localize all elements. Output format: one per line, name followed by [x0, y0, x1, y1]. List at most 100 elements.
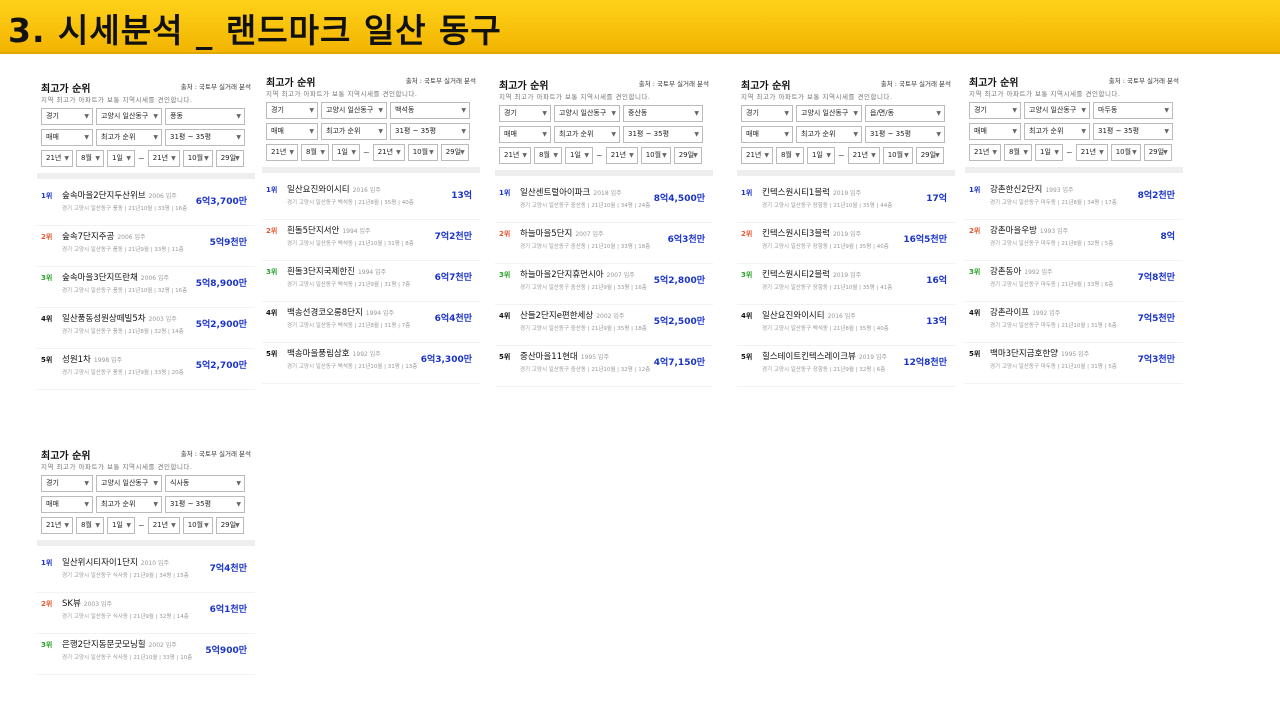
from-month-select[interactable]: 8월 ▼ [76, 517, 104, 534]
ranking-list-item[interactable]: 1위 숲속마을2단지두산위브 2006 입주 경기 고양시 일산동구 풍동 | 21년… [37, 185, 255, 226]
to-month-select[interactable]: 10월 ▼ [182, 150, 213, 167]
to-year-select[interactable]: 21년 ▼ [147, 517, 180, 534]
ranking-list-item[interactable]: 2위 흰돌5단지서안 1994 입주 경기 고양시 일산동구 백석동 | 21년10월… [262, 220, 480, 261]
to-day-select[interactable]: 29일 ▼ [215, 150, 244, 167]
ranking-list-item[interactable]: 5위 힐스테이트킨텍스레이크뷰 2019 입주 경기 고양시 일산동구 장항동 | 2… [737, 346, 955, 387]
deal-type-select[interactable]: 매매 ▼ [969, 123, 1021, 140]
to-year-select[interactable]: 21년 ▼ [147, 150, 180, 167]
sigungu-select[interactable]: 고양시 일산동구 ▼ [796, 105, 862, 122]
size-select[interactable]: 31평 ~ 35평 ▼ [623, 126, 703, 143]
from-month-select[interactable]: 8월 ▼ [534, 147, 562, 164]
to-day-select[interactable]: 29일 ▼ [440, 144, 469, 161]
sido-select[interactable]: 경기 ▼ [266, 102, 318, 119]
from-day-select[interactable]: 1일 ▼ [107, 150, 135, 167]
to-month-select[interactable]: 10월 ▼ [882, 147, 913, 164]
sido-select[interactable]: 경기 ▼ [499, 105, 551, 122]
ranking-list-item[interactable]: 3위 킨텍스원시티2블럭 2019 입주 경기 고양시 일산동구 장항동 | 21년1… [737, 264, 955, 305]
from-month-select[interactable]: 8월 ▼ [1004, 144, 1032, 161]
sort-select[interactable]: 최고가 순위 ▼ [796, 126, 862, 143]
from-year-select[interactable]: 21년 ▼ [41, 517, 73, 534]
size-select[interactable]: 31평 ~ 35평 ▼ [865, 126, 945, 143]
to-year-select[interactable]: 21년 ▼ [372, 144, 405, 161]
from-day-select[interactable]: 1일 ▼ [332, 144, 360, 161]
dong-select[interactable]: 풍동 ▼ [165, 108, 245, 125]
from-month-select[interactable]: 8월 ▼ [76, 150, 104, 167]
deal-type-select[interactable]: 매매 ▼ [266, 123, 318, 140]
size-select[interactable]: 31평 ~ 35평 ▼ [390, 123, 470, 140]
ranking-list-item[interactable]: 4위 백송선경코오롱8단지 1994 입주 경기 고양시 일산동구 백석동 | 21년… [262, 302, 480, 343]
ranking-list-item[interactable]: 1위 일산위시티자이1단지 2010 입주 경기 고양시 일산동구 식사동 | 21년… [37, 552, 255, 593]
ranking-list-item[interactable]: 3위 흰돌3단지국제한진 1994 입주 경기 고양시 일산동구 백석동 | 21년9… [262, 261, 480, 302]
sort-select[interactable]: 최고가 순위 ▼ [96, 129, 162, 146]
to-day-select[interactable]: 29일 ▼ [915, 147, 944, 164]
ranking-list-item[interactable]: 3위 하늘마을2단지휴먼시아 2007 입주 경기 고양시 일산동구 중산동 | 21… [495, 264, 713, 305]
to-month-select[interactable]: 10월 ▼ [640, 147, 671, 164]
sort-select[interactable]: 최고가 순위 ▼ [1024, 123, 1090, 140]
to-year-select[interactable]: 21년 ▼ [1075, 144, 1108, 161]
sido-select[interactable]: 경기 ▼ [741, 105, 793, 122]
deal-type-select[interactable]: 매매 ▼ [741, 126, 793, 143]
dong-select[interactable]: 백석동 ▼ [390, 102, 470, 119]
ranking-list-item[interactable]: 4위 산들2단지e편한세상 2002 입주 경기 고양시 일산동구 중산동 | 21년… [495, 305, 713, 346]
to-month-select[interactable]: 10월 ▼ [182, 517, 213, 534]
from-day-select[interactable]: 1일 ▼ [107, 517, 135, 534]
to-day-select[interactable]: 29일 ▼ [673, 147, 702, 164]
sido-select[interactable]: 경기 ▼ [969, 102, 1021, 119]
from-day-select[interactable]: 1일 ▼ [807, 147, 835, 164]
from-month-select[interactable]: 8월 ▼ [301, 144, 329, 161]
ranking-list-item[interactable]: 1위 일산센트럴아이파크 2018 입주 경기 고양시 일산동구 중산동 | 21년1… [495, 182, 713, 223]
from-year-select[interactable]: 21년 ▼ [266, 144, 298, 161]
sigungu-select[interactable]: 고양시 일산동구 ▼ [554, 105, 620, 122]
ranking-list-item[interactable]: 2위 강촌마을우방 1993 입주 경기 고양시 일산동구 마두동 | 21년8월 |… [965, 220, 1183, 261]
ranking-list-item[interactable]: 2위 킨텍스원시티3블럭 2019 입주 경기 고양시 일산동구 장항동 | 21년9… [737, 223, 955, 264]
ranking-list-item[interactable]: 1위 일산요진와이시티 2016 입주 경기 고양시 일산동구 백석동 | 21년8월… [262, 179, 480, 220]
from-year-select[interactable]: 21년 ▼ [741, 147, 773, 164]
sigungu-select[interactable]: 고양시 일산동구 ▼ [1024, 102, 1090, 119]
to-month-select[interactable]: 10월 ▼ [407, 144, 438, 161]
size-select[interactable]: 31평 ~ 35평 ▼ [165, 496, 245, 513]
to-year-select[interactable]: 21년 ▼ [605, 147, 638, 164]
from-year-select[interactable]: 21년 ▼ [41, 150, 73, 167]
to-day-select[interactable]: 29일 ▼ [215, 517, 244, 534]
ranking-list-item[interactable]: 2위 숲속7단지주공 2006 입주 경기 고양시 일산동구 풍동 | 21년9월 |… [37, 226, 255, 267]
ranking-list-item[interactable]: 4위 강촌라이프 1992 입주 경기 고양시 일산동구 마두동 | 21년10월 |… [965, 302, 1183, 343]
sigungu-select[interactable]: 고양시 일산동구 ▼ [96, 475, 162, 492]
ranking-list-item[interactable]: 5위 성원1차 1998 입주 경기 고양시 일산동구 풍동 | 21년9월 | 33… [37, 349, 255, 390]
size-select[interactable]: 31평 ~ 35평 ▼ [165, 129, 245, 146]
to-month-select[interactable]: 10월 ▼ [1110, 144, 1141, 161]
from-month-select[interactable]: 8월 ▼ [776, 147, 804, 164]
deal-type-select[interactable]: 매매 ▼ [41, 129, 93, 146]
sort-select[interactable]: 최고가 순위 ▼ [554, 126, 620, 143]
dong-select[interactable]: 식사동 ▼ [165, 475, 245, 492]
sort-select[interactable]: 최고가 순위 ▼ [321, 123, 387, 140]
from-year-select[interactable]: 21년 ▼ [969, 144, 1001, 161]
ranking-list-item[interactable]: 3위 숲속마을3단지뜨란채 2006 입주 경기 고양시 일산동구 풍동 | 21년1… [37, 267, 255, 308]
ranking-list-item[interactable]: 5위 중산마을11현대 1995 입주 경기 고양시 일산동구 중산동 | 21년10… [495, 346, 713, 387]
dong-select[interactable]: 읍/면/동 ▼ [865, 105, 945, 122]
ranking-list-item[interactable]: 1위 강촌한신2단지 1993 입주 경기 고양시 일산동구 마두동 | 21년8월 … [965, 179, 1183, 220]
to-year-select[interactable]: 21년 ▼ [847, 147, 880, 164]
deal-type-select[interactable]: 매매 ▼ [41, 496, 93, 513]
ranking-list-item[interactable]: 5위 백송마을풍림삼호 1992 입주 경기 고양시 일산동구 백석동 | 21년10… [262, 343, 480, 384]
sido-select[interactable]: 경기 ▼ [41, 108, 93, 125]
ranking-list-item[interactable]: 5위 백마3단지금호한양 1995 입주 경기 고양시 일산동구 마두동 | 21년1… [965, 343, 1183, 384]
ranking-list-item[interactable]: 3위 은행2단지동문굿모닝힐 2002 입주 경기 고양시 일산동구 식사동 | 21… [37, 634, 255, 675]
sigungu-select[interactable]: 고양시 일산동구 ▼ [321, 102, 387, 119]
to-day-select[interactable]: 29일 ▼ [1143, 144, 1172, 161]
from-day-select[interactable]: 1일 ▼ [1035, 144, 1063, 161]
from-year-select[interactable]: 21년 ▼ [499, 147, 531, 164]
size-select[interactable]: 31평 ~ 35평 ▼ [1093, 123, 1173, 140]
ranking-list-item[interactable]: 2위 하늘마을5단지 2007 입주 경기 고양시 일산동구 중산동 | 21년10월… [495, 223, 713, 264]
ranking-list-item[interactable]: 2위 SK뷰 2003 입주 경기 고양시 일산동구 식사동 | 21년9월 | 32… [37, 593, 255, 634]
from-day-select[interactable]: 1일 ▼ [565, 147, 593, 164]
dong-select[interactable]: 마두동 ▼ [1093, 102, 1173, 119]
sido-select[interactable]: 경기 ▼ [41, 475, 93, 492]
ranking-list-item[interactable]: 4위 일산요진와이시티 2016 입주 경기 고양시 일산동구 백석동 | 21년8월… [737, 305, 955, 346]
ranking-list-item[interactable]: 1위 킨텍스원시티1블럭 2019 입주 경기 고양시 일산동구 장항동 | 21년1… [737, 182, 955, 223]
dong-select[interactable]: 중산동 ▼ [623, 105, 703, 122]
sort-select[interactable]: 최고가 순위 ▼ [96, 496, 162, 513]
deal-type-select[interactable]: 매매 ▼ [499, 126, 551, 143]
sigungu-select[interactable]: 고양시 일산동구 ▼ [96, 108, 162, 125]
ranking-list-item[interactable]: 4위 일산풍동성원상떼빌5차 2003 입주 경기 고양시 일산동구 풍동 | 21년… [37, 308, 255, 349]
ranking-list-item[interactable]: 3위 강촌동아 1992 입주 경기 고양시 일산동구 마두동 | 21년9월 | 3… [965, 261, 1183, 302]
